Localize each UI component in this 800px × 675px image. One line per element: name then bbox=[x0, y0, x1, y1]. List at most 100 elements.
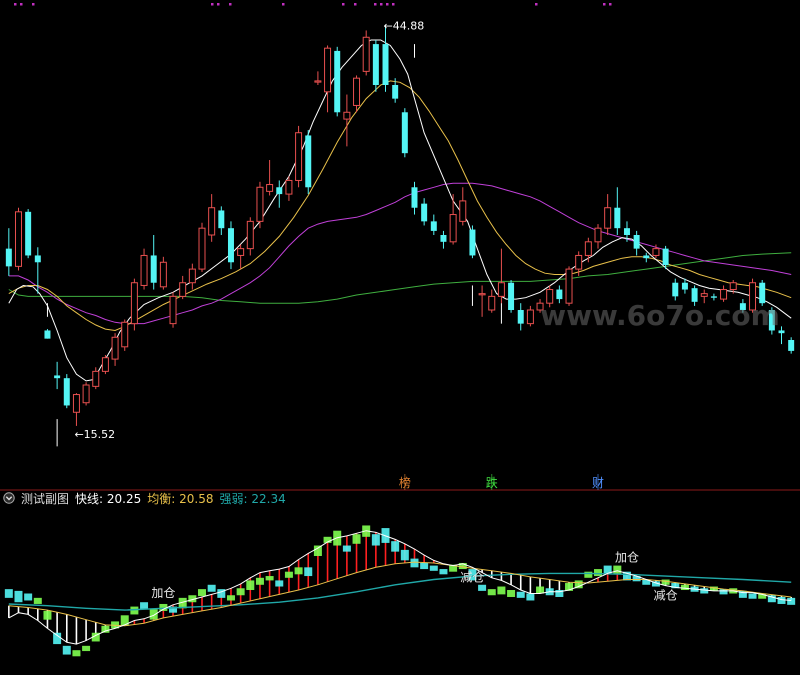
indicator-block bbox=[487, 589, 496, 596]
chevron-down-icon[interactable] bbox=[3, 492, 15, 504]
candle-body bbox=[198, 227, 206, 270]
candle-body bbox=[25, 211, 32, 256]
candle bbox=[63, 374, 70, 409]
indicator-block bbox=[439, 569, 448, 575]
indicator-block bbox=[198, 589, 206, 597]
candle bbox=[440, 230, 447, 249]
indicator-block bbox=[777, 596, 786, 604]
candle-body bbox=[488, 295, 496, 311]
candle bbox=[54, 361, 61, 390]
candlestick-chart: ←44.88 ←15.52 www.6o7o.com 榜跌财 加仓减仓加仓减仓 bbox=[0, 3, 800, 657]
candle-body bbox=[497, 282, 505, 297]
indicator-block bbox=[236, 588, 245, 596]
candle-body bbox=[343, 111, 351, 120]
candle bbox=[237, 244, 245, 270]
indicator-block bbox=[313, 545, 322, 556]
candle-body bbox=[256, 186, 264, 222]
candle bbox=[449, 194, 457, 245]
candle-body bbox=[575, 254, 583, 270]
magenta-dot bbox=[603, 3, 606, 6]
magenta-dot bbox=[380, 3, 383, 6]
candle bbox=[218, 206, 225, 235]
price-candles bbox=[5, 25, 795, 447]
indicator-block bbox=[120, 615, 129, 626]
tag-label: 财 bbox=[592, 476, 604, 490]
legend-fast: 快线: 20.25 bbox=[75, 490, 141, 507]
candle-body bbox=[218, 210, 225, 229]
candle bbox=[382, 25, 389, 92]
indicator-block bbox=[294, 567, 303, 575]
candle bbox=[508, 280, 515, 313]
signal-label: 减仓 bbox=[460, 570, 484, 584]
indicator-block bbox=[246, 580, 255, 591]
candle-body bbox=[101, 357, 109, 372]
candle-body bbox=[285, 179, 293, 195]
candle bbox=[324, 45, 332, 113]
candle bbox=[121, 319, 129, 351]
candle bbox=[584, 237, 592, 263]
candle bbox=[111, 333, 119, 366]
indicator-block bbox=[43, 610, 52, 620]
magenta-dot bbox=[392, 3, 395, 6]
indicator-block bbox=[594, 569, 602, 577]
candle bbox=[526, 305, 534, 327]
indicator-block bbox=[207, 584, 216, 592]
candle-body bbox=[63, 378, 70, 406]
indicator-block bbox=[516, 591, 525, 598]
indicator-panel: 加仓减仓加仓减仓 bbox=[4, 525, 796, 657]
candle-body bbox=[130, 282, 138, 325]
candle-body bbox=[788, 340, 795, 351]
indicator-block bbox=[410, 558, 419, 568]
indicator-block bbox=[700, 588, 709, 594]
magenta-dot bbox=[217, 3, 220, 6]
indicator-block bbox=[130, 606, 139, 615]
candle bbox=[488, 289, 496, 313]
candle bbox=[633, 230, 640, 256]
tag-marker: 榜 bbox=[399, 474, 411, 490]
magenta-dot bbox=[386, 3, 389, 6]
candle-body bbox=[449, 214, 457, 243]
legend-strength-label: 强弱: bbox=[219, 491, 248, 506]
candle-body bbox=[121, 321, 129, 348]
candle bbox=[130, 278, 138, 331]
candle bbox=[401, 108, 408, 158]
magenta-dot bbox=[211, 3, 214, 6]
candle bbox=[353, 75, 361, 113]
candle-body bbox=[421, 203, 428, 222]
candle-body bbox=[594, 227, 602, 243]
signal-label: 加仓 bbox=[615, 550, 639, 564]
indicator-title[interactable]: 测试副图 bbox=[21, 490, 69, 507]
candle-body bbox=[150, 255, 157, 283]
candle-body bbox=[430, 221, 437, 231]
magenta-dot bbox=[282, 3, 285, 6]
signal-label: 加仓 bbox=[151, 586, 175, 600]
indicator-block bbox=[613, 565, 622, 574]
indicator-block bbox=[255, 577, 264, 585]
high-price-label: ←44.88 bbox=[384, 19, 425, 32]
candle bbox=[25, 209, 32, 259]
indicator-legend: 测试副图 快线: 20.25 均衡: 20.58 强弱: 22.34 bbox=[0, 489, 800, 507]
candle bbox=[672, 278, 679, 301]
candle-body bbox=[556, 289, 563, 300]
candle bbox=[198, 222, 206, 272]
candle bbox=[788, 337, 795, 354]
candle-body bbox=[179, 282, 187, 297]
indicator-block bbox=[4, 589, 13, 598]
indicator-block bbox=[787, 597, 796, 605]
candle-body bbox=[169, 295, 177, 325]
legend-fast-label: 快线: bbox=[75, 491, 104, 506]
signal-label: 减仓 bbox=[654, 589, 678, 603]
candle bbox=[517, 303, 524, 331]
candle-body bbox=[227, 228, 234, 263]
candle bbox=[430, 214, 437, 235]
candle bbox=[169, 292, 177, 328]
magenta-dots bbox=[14, 3, 612, 6]
indicator-block bbox=[478, 584, 487, 591]
candle bbox=[497, 248, 505, 304]
indicator-block bbox=[82, 645, 91, 652]
candle bbox=[44, 329, 51, 339]
candle-body bbox=[188, 268, 196, 284]
indicator-block bbox=[719, 589, 728, 595]
candle bbox=[305, 130, 312, 195]
candle bbox=[421, 198, 428, 226]
